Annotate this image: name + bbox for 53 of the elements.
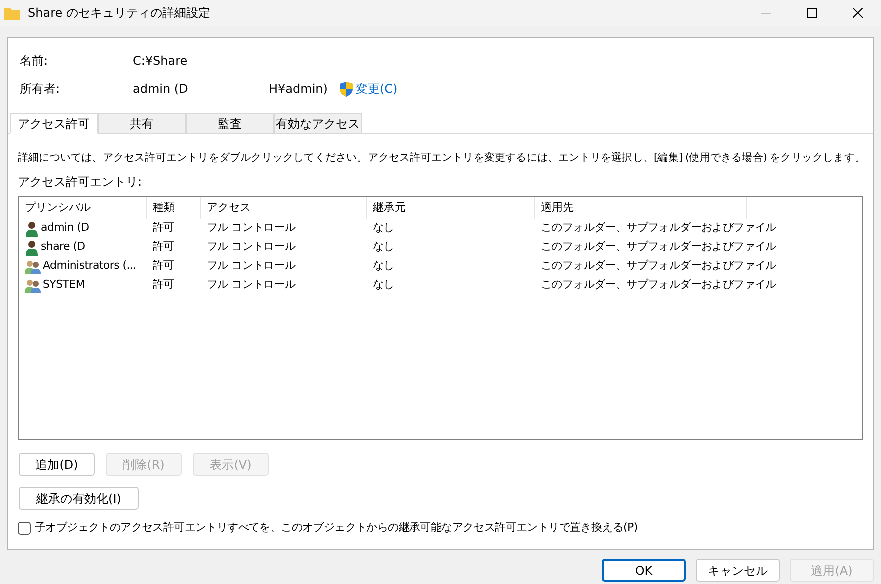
tab[interactable]: 有効なアクセス	[274, 113, 362, 134]
column-header[interactable]: 種類	[147, 197, 201, 219]
checkbox[interactable]	[18, 522, 31, 535]
user-icon	[25, 240, 39, 256]
users-icon	[25, 260, 41, 274]
dialog-button[interactable]: キャンセル	[696, 559, 780, 582]
checkbox-label: 子オブジェクトのアクセス許可エントリすべてを、このオブジェクトからの継承可能なアクセス許可エントリで置き換える(P)	[35, 520, 638, 536]
column-header[interactable]: アクセス	[201, 197, 367, 219]
window-title: Share のセキュリティの詳細設定	[28, 5, 210, 22]
table-cell-text: このフォルダー、サブフォルダーおよびファイル	[541, 220, 776, 236]
change-owner-link[interactable]: 変更(C)	[356, 80, 398, 98]
column-header[interactable]: プリンシパル	[19, 197, 147, 219]
table-cell-text: このフォルダー、サブフォルダーおよびファイル	[541, 258, 776, 274]
column-header[interactable]: 適用先	[535, 197, 747, 219]
table-cell-text: なし	[373, 239, 394, 256]
user-icon	[25, 220, 39, 236]
shield-icon	[340, 82, 353, 96]
table-cell-text: フル コントロール	[207, 258, 296, 274]
table-cell-text: 許可	[153, 277, 174, 294]
table-cell-text: 許可	[153, 239, 174, 256]
table-cell-text: share (D	[41, 239, 86, 256]
field-value: admin (D	[133, 81, 190, 98]
users-icon	[25, 278, 41, 292]
section-label: アクセス許可エントリ:	[18, 174, 144, 191]
dialog-button[interactable]: OK	[602, 559, 686, 582]
tab[interactable]: アクセス許可	[10, 113, 98, 134]
folder-icon	[4, 6, 20, 20]
field-label: 所有者:	[20, 81, 62, 98]
table-cell-text: Administrators (...	[43, 258, 136, 274]
table-cell-text: このフォルダー、サブフォルダーおよびファイル	[541, 277, 776, 294]
table-cell-text: フル コントロール	[207, 239, 296, 256]
table-cell-text: SYSTEM	[43, 277, 86, 294]
close-icon	[853, 8, 863, 18]
minimize-icon	[761, 12, 771, 14]
table-cell-text: なし	[373, 220, 394, 236]
column-header[interactable]: 継承元	[367, 197, 535, 219]
tab[interactable]: 監査	[186, 113, 274, 134]
table-cell-text: このフォルダー、サブフォルダーおよびファイル	[541, 239, 776, 256]
table-cell-text: フル コントロール	[207, 277, 296, 294]
table-cell-text: フル コントロール	[207, 220, 296, 236]
field-label: 名前:	[20, 53, 50, 70]
table-cell-text: なし	[373, 277, 394, 294]
table-cell-text: なし	[373, 258, 394, 274]
table-cell-text: admin (D	[41, 220, 90, 236]
table-cell-text: 許可	[153, 258, 174, 274]
tab[interactable]: 共有	[98, 113, 186, 134]
field-value: H¥admin)	[269, 81, 328, 98]
dialog-button[interactable]: 追加(D)	[19, 453, 95, 476]
field-value: C:¥Share	[133, 53, 188, 70]
maximize-icon	[807, 8, 817, 18]
table-cell-text: 許可	[153, 220, 174, 236]
instructions-text: 詳細については、アクセス許可エントリをダブルクリックしてください。アクセス許可エントリを変更するには、エントリを選択し、[編集] (使用できる場合) をクリックします。	[18, 151, 866, 166]
dialog-button[interactable]: 継承の有効化(I)	[19, 487, 139, 510]
